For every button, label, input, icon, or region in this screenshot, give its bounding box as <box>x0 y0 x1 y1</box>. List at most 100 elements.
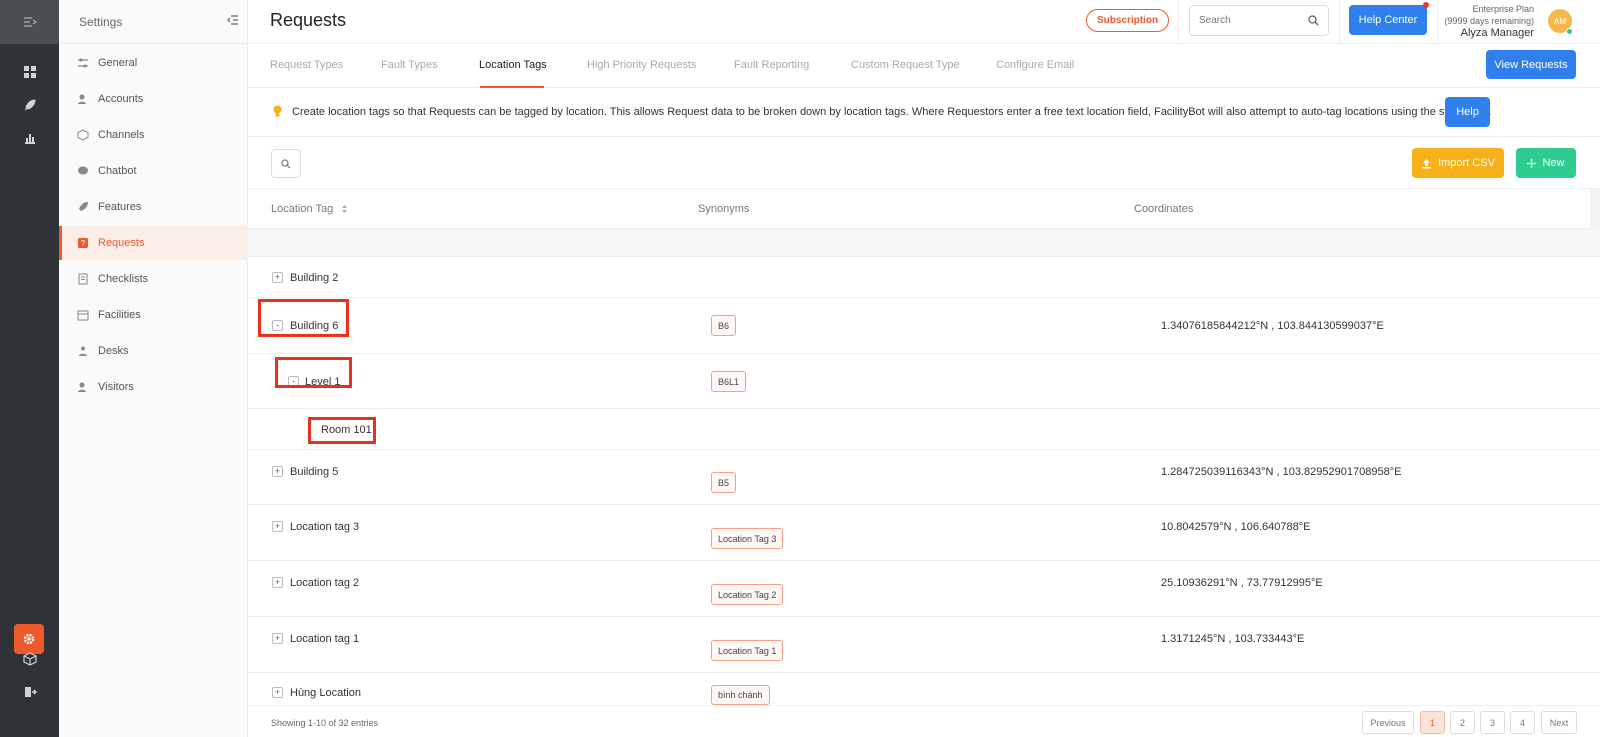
location-tag-label: Location tag 3 <box>290 521 360 533</box>
tab-custom-request-type[interactable]: Custom Request Type <box>851 59 960 71</box>
import-csv-label: Import CSV <box>1438 157 1495 169</box>
expand-toggle[interactable]: + <box>272 687 283 698</box>
sidebar-item-accounts[interactable]: Accounts <box>59 82 248 116</box>
table-header: Location Tag Synonyms Coordinates <box>248 189 1600 229</box>
tab-fault-reporting[interactable]: Fault Reporting <box>734 59 809 71</box>
checklist-icon <box>77 273 89 285</box>
page-2-button[interactable]: 2 <box>1450 711 1475 734</box>
search-field[interactable] <box>1189 5 1329 36</box>
package-nav-button[interactable] <box>0 646 59 672</box>
new-button[interactable]: New <box>1516 148 1576 178</box>
synonym-tag: B5 <box>711 472 737 493</box>
page-4-button[interactable]: 4 <box>1510 711 1535 734</box>
column-header-synonyms: Synonyms <box>698 203 750 215</box>
previous-page-button[interactable]: Previous <box>1362 711 1414 734</box>
table-row: + Building 2 <box>248 257 1600 298</box>
highlight-level-1 <box>275 357 352 388</box>
tab-high-priority-requests[interactable]: High Priority Requests <box>587 59 696 71</box>
expand-toggle[interactable]: + <box>272 466 283 477</box>
sidebar-item-facilities[interactable]: Facilities <box>59 298 248 332</box>
tab-location-tags[interactable]: Location Tags <box>479 59 547 71</box>
users-icon <box>77 93 89 105</box>
expand-toggle[interactable]: + <box>272 633 283 644</box>
page-3-button[interactable]: 3 <box>1480 711 1505 734</box>
expand-toggle[interactable]: + <box>272 272 283 283</box>
view-requests-button[interactable]: View Requests <box>1486 50 1576 79</box>
column-header-location-tag[interactable]: Location Tag <box>271 203 348 215</box>
settings-title: Settings <box>79 14 123 29</box>
desk-icon <box>77 345 89 357</box>
logout-icon <box>24 687 37 697</box>
sidebar-item-channels[interactable]: Channels <box>59 118 248 152</box>
table-search-button[interactable] <box>271 149 301 178</box>
coordinates-text: 1.34076185844212°N , 103.844130599037°E <box>1161 320 1384 332</box>
tab-configure-email[interactable]: Configure Email <box>996 59 1074 71</box>
tab-fault-types[interactable]: Fault Types <box>381 59 438 71</box>
expand-menu-icon <box>23 17 37 27</box>
synonym-tag: Location Tag 1 <box>711 640 784 661</box>
table-row: + Location tag 3 Location Tag 3 10.80425… <box>248 505 1600 561</box>
online-status-dot <box>1566 28 1573 35</box>
synonym-tag: Location Tag 2 <box>711 584 784 605</box>
sidebar-item-general[interactable]: General <box>59 46 248 80</box>
analytics-icon <box>24 134 35 144</box>
info-text: Create location tags so that Requests ca… <box>292 106 1492 118</box>
plan-name: Enterprise Plan <box>1472 4 1534 14</box>
package-icon <box>22 652 37 666</box>
dashboard-nav-button[interactable] <box>0 59 59 85</box>
sidebar-item-desks[interactable]: Desks <box>59 334 248 368</box>
sort-icon <box>342 205 348 214</box>
expand-toggle[interactable]: + <box>272 577 283 588</box>
sidebar-item-visitors[interactable]: Visitors <box>59 370 248 404</box>
search-input[interactable] <box>1190 6 1290 35</box>
rocket-icon <box>24 99 36 111</box>
synonym-tag: B6L1 <box>711 371 747 392</box>
location-tag-label: Building 2 <box>290 272 339 284</box>
sidebar-item-label: Features <box>98 201 142 213</box>
search-icon <box>1308 15 1319 26</box>
table-row: + Location tag 1 Location Tag 1 1.317124… <box>248 617 1600 673</box>
location-tag-label: Location tag 1 <box>290 633 360 645</box>
sidebar-item-label: Chatbot <box>98 165 137 177</box>
location-tag-label: Hùng Location <box>290 687 361 699</box>
location-tag-label: Location tag 2 <box>290 577 360 589</box>
new-label: New <box>1542 157 1565 169</box>
analytics-nav-button[interactable] <box>0 125 59 151</box>
rocket-nav-button[interactable] <box>0 92 59 118</box>
next-page-button[interactable]: Next <box>1541 711 1577 734</box>
subscription-button[interactable]: Subscription <box>1086 9 1169 32</box>
location-tag-label: Building 5 <box>290 466 339 478</box>
sidebar-item-label: General <box>98 57 138 69</box>
table-footer: Showing 1-10 of 32 entries Previous 1 2 … <box>248 705 1600 737</box>
table-toolbar: Import CSV New <box>248 137 1600 189</box>
calendar-icon <box>77 309 89 321</box>
sidebar-item-checklists[interactable]: Checklists <box>59 262 248 296</box>
entries-count: Showing 1-10 of 32 entries <box>271 718 379 728</box>
empty-row <box>248 229 1600 257</box>
svg-text:?: ? <box>81 239 86 248</box>
expand-menu-button[interactable] <box>0 0 59 44</box>
search-icon <box>281 158 291 168</box>
sidebar-item-requests[interactable]: ? Requests <box>59 226 248 260</box>
tab-request-types[interactable]: Request Types <box>270 59 343 71</box>
table-row: Room 101 <box>248 409 1600 450</box>
expand-toggle[interactable]: + <box>272 521 283 532</box>
collapse-sidebar-button[interactable] <box>227 15 239 28</box>
table-row: - Level 1 B6L1 <box>248 354 1600 409</box>
logout-nav-button[interactable] <box>0 679 59 705</box>
table-row: + Location tag 2 Location Tag 2 25.10936… <box>248 561 1600 617</box>
help-button[interactable]: Help <box>1445 97 1490 127</box>
table-row: + Building 5 B5 1.284725039116343°N , 10… <box>248 450 1600 505</box>
synonym-tag: B6 <box>711 315 737 336</box>
import-csv-button[interactable]: Import CSV <box>1412 148 1504 178</box>
gear-icon <box>23 633 35 645</box>
plan-info: Enterprise Plan (9999 days remaining) Al… <box>1444 3 1534 39</box>
horizontal-scrollbar[interactable] <box>1590 189 1600 229</box>
sidebar-item-features[interactable]: Features <box>59 190 248 224</box>
sidebar-item-chatbot[interactable]: Chatbot <box>59 154 248 188</box>
collapse-icon <box>227 15 238 25</box>
page-1-button[interactable]: 1 <box>1420 711 1445 734</box>
help-center-button[interactable]: Help Center <box>1349 5 1427 35</box>
sidebar-item-label: Visitors <box>98 381 134 393</box>
plan-remaining: (9999 days remaining) <box>1444 16 1534 26</box>
